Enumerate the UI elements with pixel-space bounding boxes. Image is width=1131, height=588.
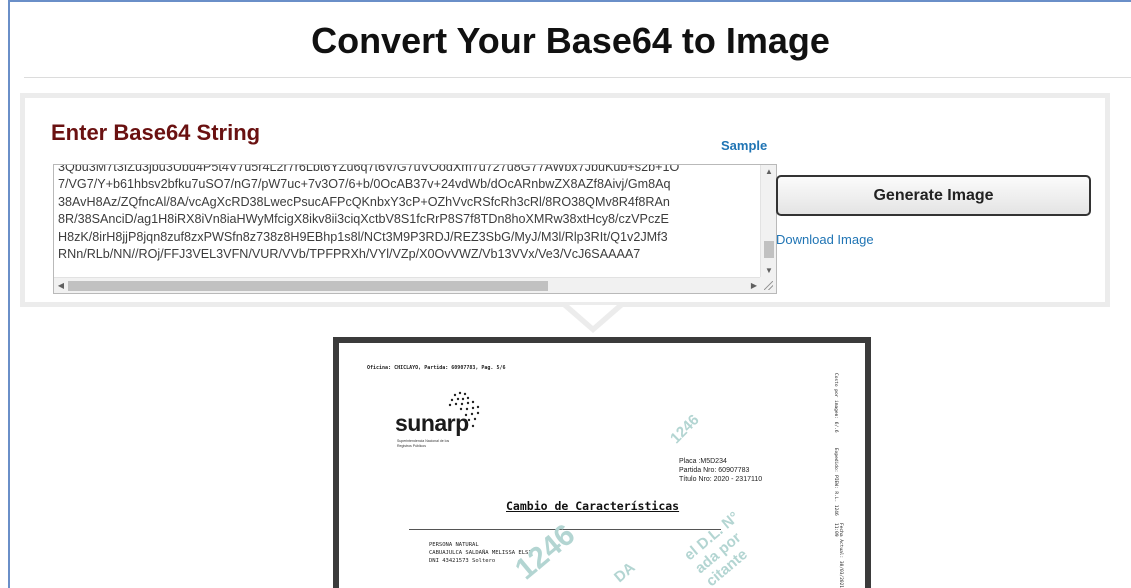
persona-label: PERSONA NATURAL	[429, 542, 479, 548]
download-image-link[interactable]: Download Image	[776, 232, 874, 247]
side-note: Fecha Actual: 30/03/2021 11:09	[833, 523, 843, 588]
sunarp-wordmark: sunarp	[395, 410, 469, 436]
partida-text: Partida Nro: 60907783	[679, 467, 750, 474]
panel-pointer-arrow	[563, 305, 623, 333]
document-header: Oficina: CHICLAYO, Partida: 60907783, Pa…	[367, 365, 506, 371]
page-title: Convert Your Base64 to Image	[311, 20, 830, 61]
scroll-right-icon[interactable]: ▶	[747, 278, 761, 293]
base64-textarea[interactable]: 3Qbu3M7t3IZu3jbu3Ubu4P5t4V7u5r4L2r7r6Lbt…	[53, 164, 777, 294]
titulo-text: Título Nro: 2020 - 2317110	[679, 476, 763, 483]
watermark-mid: DA	[611, 559, 639, 587]
textarea-line: 3Qbu3M7t3IZu3jbu3Ubu4P5t4V7u5r4L2r7r6Lbt…	[58, 164, 680, 174]
side-note: Costo por imagen: 6/.6	[833, 373, 838, 433]
document-heading: Cambio de Características	[506, 499, 680, 513]
placa-text: Placa :M5D234	[679, 458, 727, 465]
scroll-up-icon[interactable]: ▲	[761, 165, 776, 179]
vertical-scroll-thumb[interactable]	[764, 241, 774, 258]
horizontal-scrollbar[interactable]: ◀ ▶	[54, 277, 761, 293]
watermark-number: 1246	[667, 411, 703, 448]
side-note: Expedido: PIEW: R.L. 1246	[833, 448, 838, 516]
scroll-down-icon[interactable]: ▼	[761, 264, 776, 278]
watermark-right: el D.L. N° ada por citante	[681, 509, 764, 588]
textarea-line: 8R/38SAnciD/ag1H8iRX8iVn8iaHWyMfcigX8ikv…	[58, 212, 669, 227]
document-image: Oficina: CHICLAYO, Partida: 60907783, Pa…	[339, 343, 865, 588]
generated-image-preview: Oficina: CHICLAYO, Partida: 60907783, Pa…	[333, 337, 871, 588]
textarea-line: RNn/RLb/NN//ROj/FFJ3VEL3VFN/VUR/VVb/TPFP…	[58, 247, 641, 262]
sample-link[interactable]: Sample	[721, 138, 767, 153]
title-divider	[24, 77, 1131, 78]
textarea-line: 38AvH8Az/ZQfncAl/8A/vcAgXcRD38LwecPsucAF…	[58, 194, 670, 209]
panel-heading: Enter Base64 String	[51, 120, 261, 145]
sunarp-subtitle: Superintendencia Nacional de los Registr…	[397, 439, 450, 448]
vertical-scrollbar[interactable]: ▲ ▼	[760, 165, 776, 278]
horizontal-scroll-thumb[interactable]	[68, 281, 548, 291]
placa-block: Placa :M5D234 Partida Nro: 60907783 Títu…	[679, 457, 762, 484]
base64-textarea-content: 3Qbu3M7t3IZu3jbu3Ubu4P5t4V7u5r4L2r7r6Lbt…	[58, 164, 754, 263]
textarea-line: H8zK/8irH8jjP8jqn8zuf8zxPWSfn8z738z8H9EB…	[58, 229, 668, 244]
generate-image-button[interactable]: Generate Image	[776, 175, 1091, 216]
side-notes: Costo por imagen: 6/.6 Expedido: PIEW: R…	[833, 373, 847, 588]
textarea-line: 7/VG7/Y+b61hbsv2bfku7uSO7/nG7/pW7uc+7v3O…	[58, 177, 671, 192]
scroll-left-icon[interactable]: ◀	[54, 278, 68, 293]
resize-grip-icon[interactable]	[760, 277, 776, 293]
